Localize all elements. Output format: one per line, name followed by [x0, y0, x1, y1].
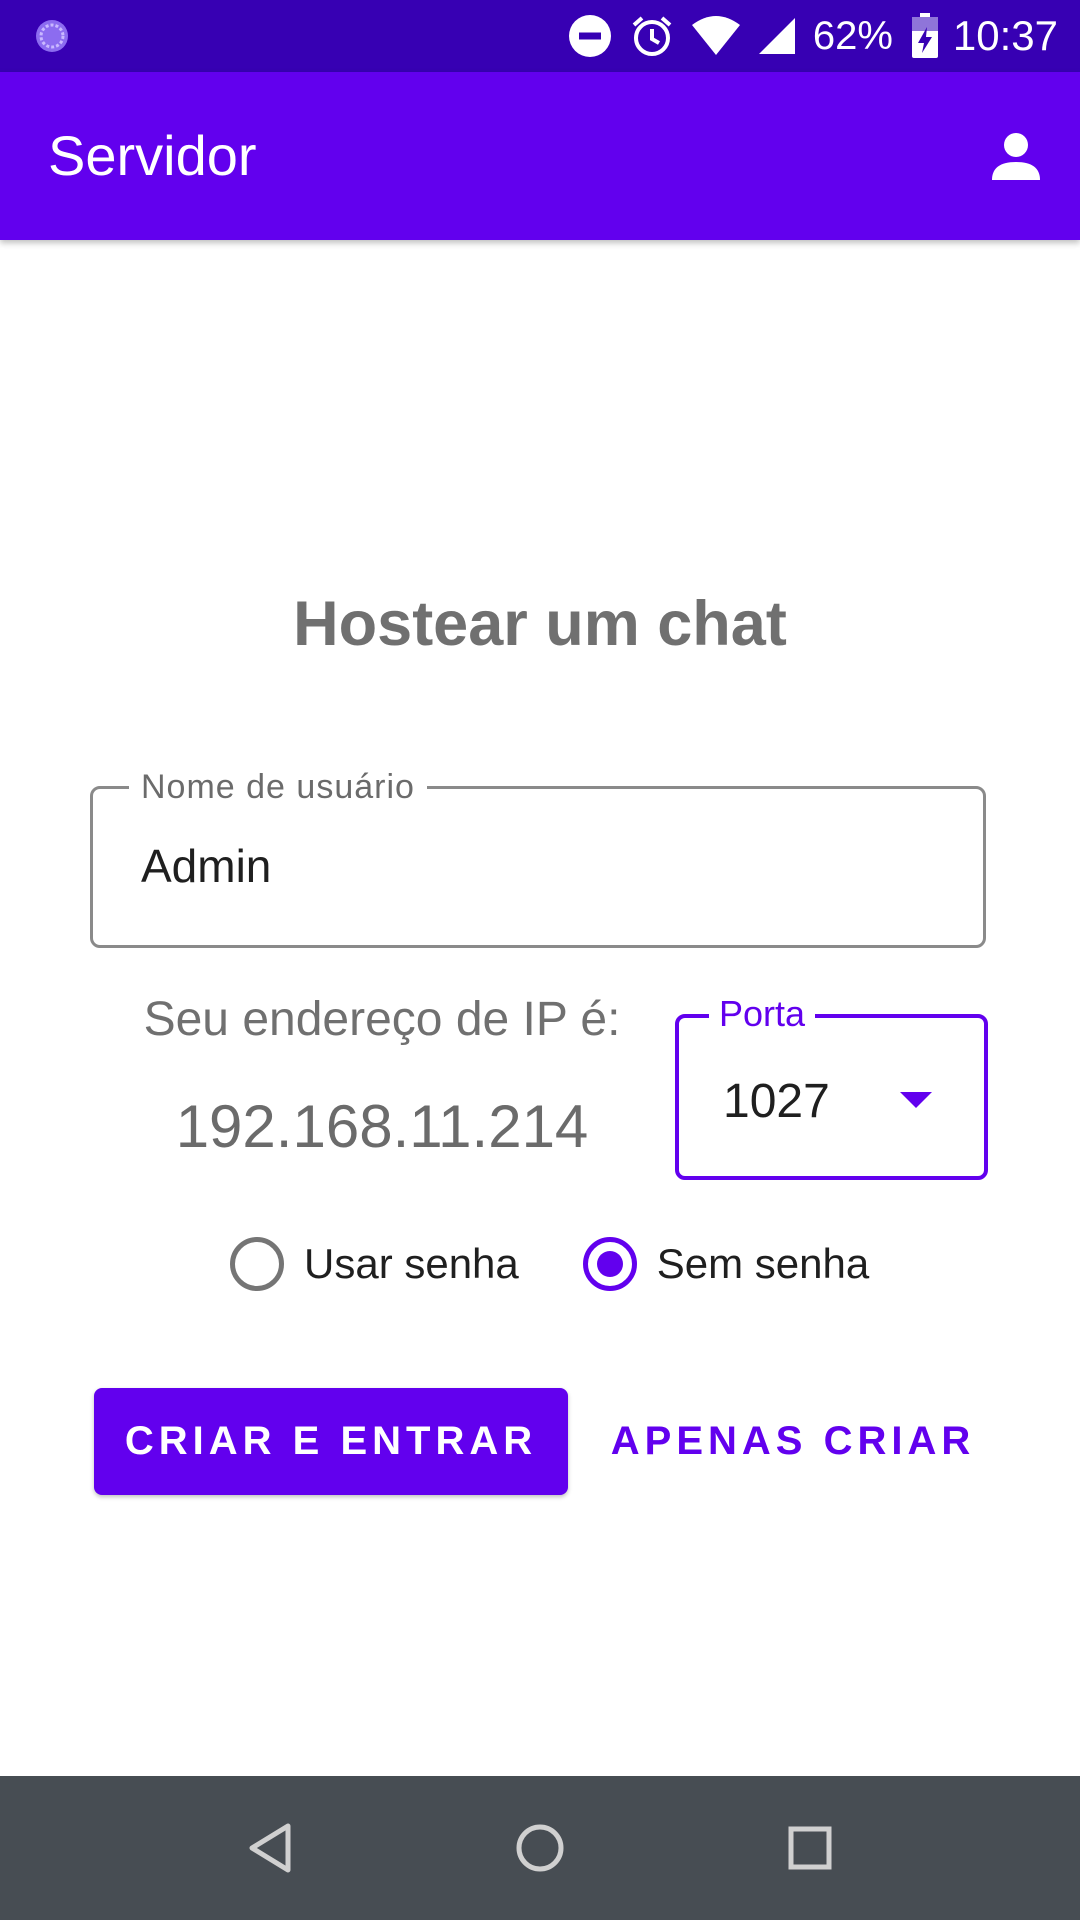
home-icon	[516, 1824, 564, 1872]
signal-icon	[757, 16, 797, 56]
account-button[interactable]	[980, 120, 1052, 192]
create-only-button[interactable]: APENAS CRIAR	[600, 1388, 986, 1495]
app-notification-icon	[36, 20, 68, 52]
username-input[interactable]	[141, 839, 921, 893]
alarm-icon	[629, 13, 675, 59]
clock: 10:37	[952, 12, 1058, 59]
radio-no-password-label: Sem senha	[656, 1240, 870, 1287]
do-not-disturb-icon	[567, 13, 613, 59]
dropdown-arrow-icon[interactable]	[900, 1092, 932, 1108]
radio-checked-icon[interactable]	[582, 1237, 637, 1291]
wifi-icon	[691, 15, 741, 57]
radio-unchecked-icon[interactable]	[230, 1237, 284, 1291]
nav-home-button[interactable]	[508, 1816, 572, 1880]
radio-use-password-label: Usar senha	[304, 1240, 519, 1287]
account-icon	[992, 133, 1040, 180]
battery-percent: 62%	[812, 13, 893, 58]
battery-charging-icon	[911, 13, 939, 59]
system-nav-bar	[0, 1776, 1080, 1920]
port-label: Porta	[709, 994, 816, 1034]
form-heading: Hostear um chat	[293, 589, 787, 659]
nav-recents-button[interactable]	[778, 1816, 842, 1880]
password-radio-group: Usar senha Sem senha	[230, 1237, 869, 1291]
ip-address-value: 192.168.11.214	[175, 1093, 589, 1160]
radio-no-password[interactable]: Sem senha	[582, 1237, 870, 1291]
status-bar: 62% 10:37	[0, 0, 1080, 72]
username-field[interactable]: Nome de usuário	[90, 767, 986, 948]
recents-icon	[788, 1826, 832, 1870]
create-and-join-button[interactable]: CRIAR E ENTRAR	[94, 1388, 568, 1495]
page-title: Servidor	[48, 124, 257, 187]
port-dropdown[interactable]: Porta 1027	[675, 994, 988, 1180]
nav-back-button[interactable]	[238, 1816, 302, 1880]
radio-use-password[interactable]: Usar senha	[230, 1237, 519, 1291]
back-icon	[249, 1823, 291, 1873]
ip-address-label: Seu endereço de IP é:	[143, 993, 621, 1046]
username-label: Nome de usuário	[129, 767, 427, 807]
port-value: 1027	[723, 1075, 830, 1128]
app-bar: Servidor	[0, 72, 1080, 240]
